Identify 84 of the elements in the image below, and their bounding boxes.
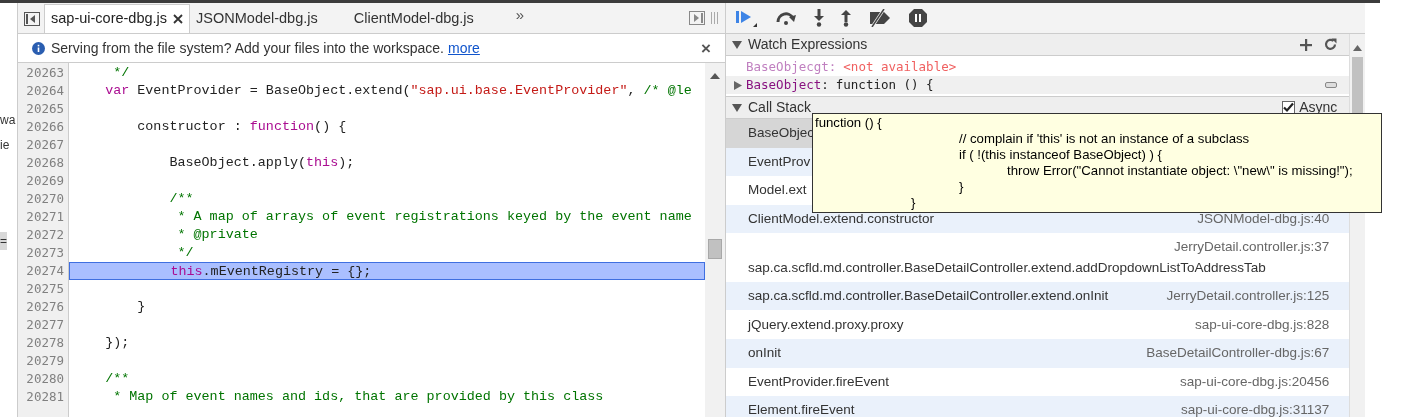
editor-tab[interactable]: ClientModel-dbg.js [347, 4, 480, 33]
add-icon[interactable] [1300, 38, 1313, 51]
info-icon [32, 41, 45, 55]
line-number: 20281 [25, 388, 65, 406]
function-name: ClientModel.extend.constructor [748, 210, 935, 228]
line-number: 20274 [25, 262, 65, 280]
scrollbar[interactable] [705, 63, 725, 417]
pause-icon[interactable] [909, 9, 927, 27]
drag-handle-icon[interactable] [711, 12, 719, 24]
line-number: 20265 [25, 100, 65, 118]
call-stack-frame[interactable]: sap.ca.scfld.md.controller.BaseDetailController.extend.onInit JerryDetail.controller.js:125 [726, 281, 1350, 311]
step-into-icon[interactable] [814, 9, 824, 27]
line-number: 20264 [25, 82, 65, 100]
line-number: 20268 [25, 154, 65, 172]
file-location: BaseDetailController-dbg.js:67 [1145, 344, 1330, 363]
scroll-thumb[interactable] [708, 239, 722, 259]
code-line: var EventProvider = BaseObject.extend("sap.ui.base.EventProvider", /* @le [104, 82, 693, 100]
scroll-up-icon[interactable] [710, 73, 720, 79]
tooltip: function () { // complain if 'this' is not an instance of a subclass if ( !(this instanceof BaseObject) ) { throw Error("Cannot instantiate object: \"new\" is missing!"); } } [812, 113, 1382, 213]
code-line: } [136, 298, 147, 316]
code-line: */ [176, 244, 195, 262]
editor-tab[interactable]: sap-ui-core-dbg.js [44, 4, 191, 33]
code-line: }); [104, 334, 131, 352]
code-line: BaseObject.apply(this); [168, 154, 356, 172]
code-line: * @private [176, 226, 259, 244]
file-location: sap-ui-core-dbg.js:828 [1194, 315, 1330, 334]
line-number: 20273 [25, 244, 65, 262]
deactivate-breakpoints-icon[interactable] [868, 9, 892, 27]
code-line: */ [112, 64, 131, 82]
close-button[interactable]: × [701, 39, 711, 57]
line-number: 20276 [25, 298, 65, 316]
editor-tab[interactable]: JSONModel-dbg.js [190, 4, 324, 33]
code-line: * Map of event names and ids, that are provided by this class [112, 388, 605, 406]
code-line: * A map of arrays of event registrations keyed by the event name [176, 208, 693, 226]
text-fragment: wa [0, 112, 16, 129]
watch-row[interactable]: BaseObject: function () { [726, 76, 1350, 94]
line-number: 20267 [25, 136, 65, 154]
step-out-icon[interactable] [841, 9, 851, 27]
line-number: 20266 [25, 118, 65, 136]
function-name: sap.ca.scfld.md.controller.BaseDetailController.extend.addDropdownListToAddressTab [748, 258, 1267, 277]
function-name: EventProv [748, 152, 811, 171]
resume-icon[interactable] [736, 8, 758, 28]
info-message: Serving from the file system? Add your files into the workspace. [51, 38, 444, 58]
more-link[interactable]: more [447, 37, 480, 59]
call-stack-frame[interactable]: onInit BaseDetailController-dbg.js:67 [726, 339, 1350, 368]
refresh-icon[interactable] [1324, 38, 1338, 51]
text-fragment: = [0, 232, 7, 250]
section-header[interactable]: Watch Expressions [726, 34, 1350, 56]
section-title: Call Stack [748, 98, 812, 117]
function-name: sap.ca.scfld.md.controller.BaseDetailController.extend.onInit [748, 287, 1109, 306]
function-name: onInit [748, 344, 782, 363]
file-location: sap-ui-core-dbg.js:20456 [1179, 372, 1330, 391]
line-number: 20280 [25, 370, 65, 388]
expand-triangle-icon[interactable] [734, 80, 742, 90]
sidebar-toggle-icon[interactable] [24, 12, 40, 26]
function-name: Model.ext [748, 181, 807, 200]
section-title: Watch Expressions [748, 35, 868, 54]
line-number: 20279 [25, 352, 65, 370]
file-location: sap-ui-core-dbg.js:31137 [1180, 401, 1330, 417]
scroll-up-icon[interactable] [1353, 45, 1363, 51]
line-number: 20270 [25, 190, 65, 208]
call-stack-frame[interactable]: Element.fireEvent sap-ui-core-dbg.js:31137 [726, 396, 1350, 417]
code-line: constructor : function() { [136, 118, 348, 136]
line-number: 20269 [25, 172, 65, 190]
line-number: 20263 [25, 64, 65, 82]
function-name: jQuery.extend.proxy.proxy [748, 315, 904, 334]
line-number: 20277 [25, 316, 65, 334]
line-number: 20275 [25, 280, 65, 298]
close-icon[interactable] [173, 14, 184, 24]
function-name: BaseObjec [748, 124, 815, 143]
file-location: JerryDetail.controller.js:125 [1165, 287, 1330, 306]
text-fragment: ie [0, 137, 10, 154]
code-line: /** [104, 370, 131, 388]
line-number: 20278 [25, 334, 65, 352]
function-name: EventProvider.fireEvent [748, 372, 890, 391]
remove-icon[interactable] [1325, 82, 1338, 88]
file-location: JerryDetail.controller.js:37 [1173, 238, 1330, 257]
more-tabs-button[interactable]: » [515, 3, 525, 26]
line-number: 20272 [25, 226, 65, 244]
function-name: Element.fireEvent [748, 401, 855, 417]
line-number: 20271 [25, 208, 65, 226]
step-over-icon[interactable] [775, 11, 797, 25]
panel-toggle-icon[interactable] [689, 11, 705, 25]
code-line: /** [168, 190, 195, 208]
